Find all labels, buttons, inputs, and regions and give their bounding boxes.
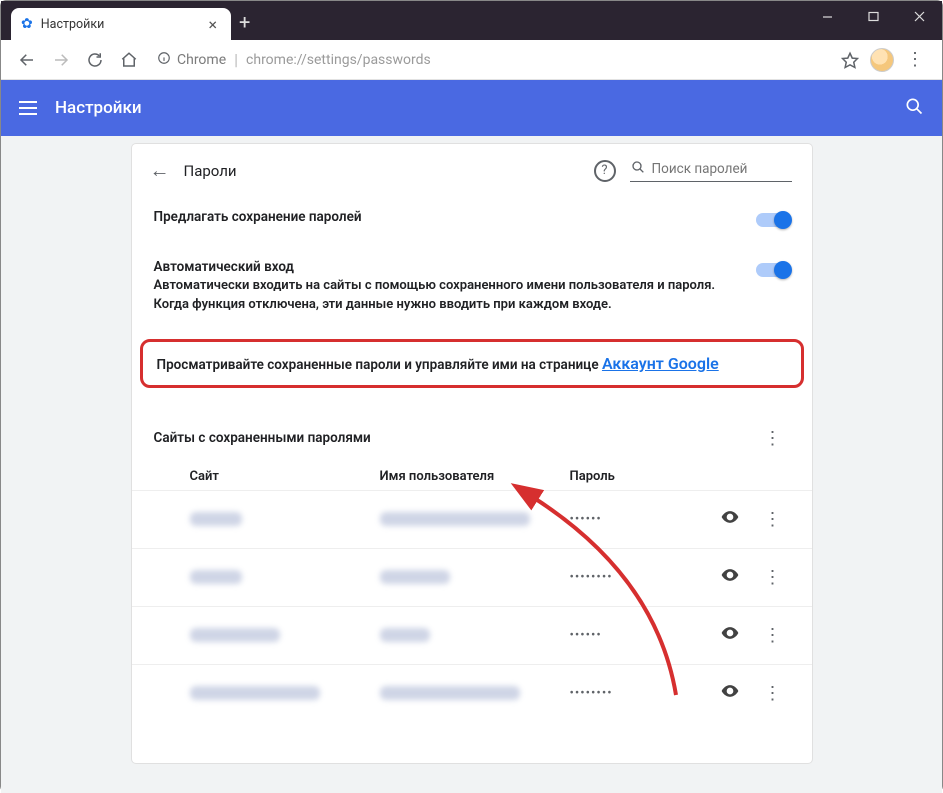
tab-title: Настройки [41, 17, 197, 32]
auto-signin-row: Автоматический вход Автоматически входит… [132, 243, 812, 331]
table-row: •••••••• ⋮ [132, 664, 812, 722]
table-header: Сайт Имя пользователя Пароль [132, 455, 812, 490]
settings-title: Настройки [55, 98, 904, 118]
settings-header: Настройки [1, 80, 942, 136]
browser-toolbar: Chrome | chrome://settings/passwords ⋮ [1, 40, 942, 80]
passwords-card: ← Пароли ? Предлагать сохранение паролей… [132, 144, 812, 763]
auto-signin-toggle[interactable] [756, 263, 790, 277]
window-titlebar: ✿ Настройки × + [1, 1, 942, 40]
col-site: Сайт [190, 469, 380, 484]
reload-button[interactable] [81, 46, 109, 74]
password-search-input[interactable] [652, 161, 792, 177]
help-icon[interactable]: ? [594, 160, 616, 182]
row-more-icon[interactable]: ⋮ [756, 679, 790, 708]
row-more-icon[interactable]: ⋮ [756, 621, 790, 650]
table-row: •••••• ⋮ [132, 606, 812, 664]
scroll-area[interactable]: ← Пароли ? Предлагать сохранение паролей… [1, 136, 942, 793]
show-password-icon[interactable] [720, 681, 740, 706]
profile-avatar[interactable] [870, 48, 894, 72]
google-account-link[interactable]: Аккаунт Google [602, 354, 719, 373]
home-button[interactable] [115, 46, 143, 74]
menu-icon[interactable] [19, 101, 37, 115]
password-mask: •••••••• [570, 686, 720, 701]
nav-forward-button[interactable] [47, 46, 75, 74]
saved-more-icon[interactable]: ⋮ [756, 424, 790, 453]
show-password-icon[interactable] [720, 507, 740, 532]
saved-heading-row: Сайты с сохраненными паролями ⋮ [132, 398, 812, 455]
nav-back-button[interactable] [13, 46, 41, 74]
manage-passwords-callout: Просматривайте сохраненные пароли и упра… [140, 339, 804, 388]
settings-search-icon[interactable] [904, 96, 924, 120]
new-tab-button[interactable]: + [239, 10, 250, 34]
password-search[interactable] [630, 159, 792, 182]
col-user: Имя пользователя [380, 469, 570, 484]
auto-signin-label: Автоматический вход [154, 259, 740, 275]
settings-icon: ✿ [21, 16, 33, 32]
url-scheme: Chrome [177, 52, 226, 68]
section-header: ← Пароли ? [132, 144, 812, 193]
show-password-icon[interactable] [720, 623, 740, 648]
browser-menu-icon[interactable]: ⋮ [900, 49, 930, 70]
offer-save-row: Предлагать сохранение паролей [132, 193, 812, 243]
minimize-button[interactable] [804, 1, 850, 31]
password-mask: •••••• [570, 628, 720, 643]
password-mask: •••••• [570, 512, 720, 527]
manage-text: Просматривайте сохраненные пароли и упра… [157, 357, 602, 373]
content-viewport: ← Пароли ? Предлагать сохранение паролей… [1, 136, 942, 793]
offer-save-label: Предлагать сохранение паролей [154, 209, 740, 225]
table-row: •••••••• ⋮ [132, 548, 812, 606]
address-bar[interactable]: Chrome | chrome://settings/passwords [149, 46, 830, 74]
section-title: Пароли [184, 162, 580, 180]
row-more-icon[interactable]: ⋮ [756, 505, 790, 534]
bookmark-star-icon[interactable] [836, 46, 864, 74]
password-mask: •••••••• [570, 570, 720, 585]
col-password: Пароль [570, 469, 790, 484]
table-row: •••••• ⋮ [132, 490, 812, 548]
saved-heading: Сайты с сохраненными паролями [154, 430, 756, 446]
url-path: chrome://settings/passwords [246, 52, 431, 68]
offer-save-toggle[interactable] [756, 213, 790, 227]
row-more-icon[interactable]: ⋮ [756, 563, 790, 592]
close-window-button[interactable] [896, 1, 942, 31]
close-tab-icon[interactable]: × [204, 15, 221, 34]
window-controls [804, 1, 942, 31]
site-info-icon[interactable] [157, 50, 171, 69]
browser-tab[interactable]: ✿ Настройки × [11, 8, 231, 40]
search-icon [630, 159, 646, 179]
auto-signin-desc: Автоматически входить на сайты с помощью… [154, 277, 740, 315]
show-password-icon[interactable] [720, 565, 740, 590]
maximize-button[interactable] [850, 1, 896, 31]
back-arrow-icon[interactable]: ← [150, 158, 170, 183]
